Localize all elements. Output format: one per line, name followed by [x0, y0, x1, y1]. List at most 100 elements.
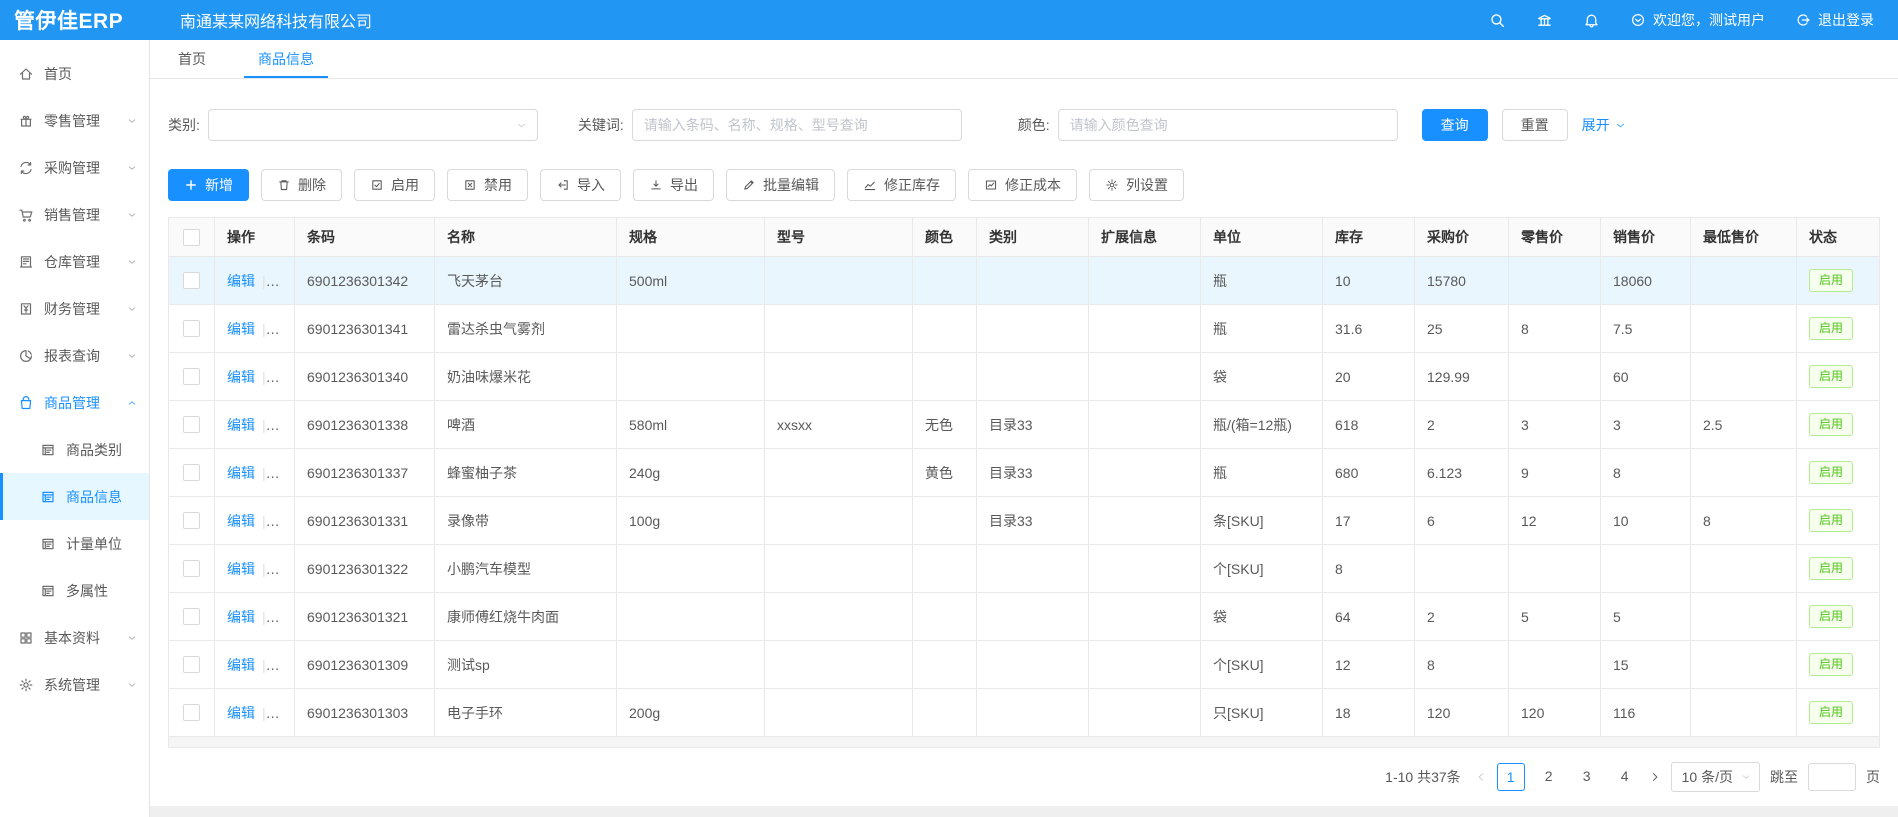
edit-link[interactable]: 编辑 — [227, 369, 255, 385]
edit-link[interactable]: 编辑 — [227, 705, 255, 721]
table-row: 编辑|删除6901236301337蜂蜜柚子茶240g黄色目录33瓶6806.1… — [169, 449, 1880, 497]
category-select[interactable] — [208, 109, 538, 141]
page-button-2[interactable]: 2 — [1535, 763, 1563, 791]
edit-link[interactable]: 编辑 — [227, 417, 255, 433]
add-button[interactable]: 新增 — [168, 169, 249, 201]
bank-icon[interactable] — [1536, 12, 1553, 29]
tab-home[interactable]: 首页 — [172, 40, 212, 78]
app-logo: 管伊佳ERP — [0, 5, 164, 35]
import-button[interactable]: 导入 — [540, 169, 621, 201]
expand-link[interactable]: 展开 — [1582, 115, 1626, 135]
edit-link[interactable]: 编辑 — [227, 465, 255, 481]
sidebar-item-unit[interactable]: 计量单位 — [0, 520, 149, 567]
sidebar-item-home[interactable]: 首页 — [0, 50, 149, 97]
table-horizontal-scrollbar[interactable] — [168, 737, 1880, 748]
cell-actions: 编辑|删除 — [215, 641, 295, 689]
fix-stock-button[interactable]: 修正库存 — [847, 169, 956, 201]
edit-link[interactable]: 编辑 — [227, 657, 255, 673]
col-header-min-price: 最低售价 — [1691, 218, 1797, 257]
page-button-3[interactable]: 3 — [1573, 763, 1601, 791]
fix-cost-button[interactable]: 修正成本 — [968, 169, 1077, 201]
sidebar-item-retail[interactable]: 零售管理 — [0, 97, 149, 144]
row-checkbox[interactable] — [183, 608, 200, 625]
cell-barcode: 6901236301342 — [295, 257, 435, 305]
disable-button[interactable]: 禁用 — [447, 169, 528, 201]
cell-actions: 编辑|删除 — [215, 545, 295, 593]
page-button-1[interactable]: 1 — [1497, 763, 1525, 791]
cell-checkbox — [169, 305, 215, 353]
row-checkbox[interactable] — [183, 368, 200, 385]
edit-link[interactable]: 编辑 — [227, 609, 255, 625]
enable-button[interactable]: 启用 — [354, 169, 435, 201]
row-checkbox[interactable] — [183, 416, 200, 433]
export-button[interactable]: 导出 — [633, 169, 714, 201]
cell-category: 目录33 — [977, 497, 1089, 545]
cell-unit: 瓶 — [1201, 449, 1323, 497]
sidebar-item-multi-attr[interactable]: 多属性 — [0, 567, 149, 614]
cell-min-price — [1691, 641, 1797, 689]
sidebar-item-product-info[interactable]: 商品信息 — [0, 473, 149, 520]
cell-purchase-price: 120 — [1415, 689, 1509, 737]
row-checkbox[interactable] — [183, 464, 200, 481]
cell-purchase-price: 8 — [1415, 641, 1509, 689]
row-checkbox[interactable] — [183, 704, 200, 721]
status-badge: 启用 — [1809, 509, 1853, 532]
chevron-down-icon — [1615, 120, 1626, 131]
keyword-label: 关键词: — [578, 115, 624, 135]
action-separator: | — [262, 609, 266, 625]
cell-status: 启用 — [1797, 641, 1880, 689]
edit-link[interactable]: 编辑 — [227, 321, 255, 337]
row-checkbox[interactable] — [183, 656, 200, 673]
sidebar-item-system[interactable]: 系统管理 — [0, 661, 149, 708]
cell-spec — [617, 353, 765, 401]
sidebar-item-product-category[interactable]: 商品类别 — [0, 426, 149, 473]
sidebar-item-product[interactable]: 商品管理 — [0, 379, 149, 426]
cell-checkbox — [169, 545, 215, 593]
table-row: 编辑|删除6901236301341雷达杀虫气雾剂瓶31.62587.5启用 — [169, 305, 1880, 353]
bell-icon[interactable] — [1583, 12, 1600, 29]
edit-link[interactable]: 编辑 — [227, 273, 255, 289]
select-all-checkbox[interactable] — [183, 229, 200, 246]
search-icon[interactable] — [1489, 12, 1506, 29]
logout-button[interactable]: 退出登录 — [1795, 10, 1874, 30]
row-checkbox[interactable] — [183, 272, 200, 289]
sidebar-item-warehouse[interactable]: 仓库管理 — [0, 238, 149, 285]
chevron-right-icon[interactable] — [1649, 771, 1661, 783]
sidebar-item-sales[interactable]: 销售管理 — [0, 191, 149, 238]
row-checkbox[interactable] — [183, 560, 200, 577]
sidebar-item-report[interactable]: 报表查询 — [0, 332, 149, 379]
page-size-select[interactable]: 10 条/页 — [1671, 762, 1760, 792]
tab-product-info[interactable]: 商品信息 — [252, 40, 320, 78]
edit-link[interactable]: 编辑 — [227, 561, 255, 577]
cell-retail-price: 9 — [1509, 449, 1601, 497]
sidebar-item-finance[interactable]: 财务管理 — [0, 285, 149, 332]
cell-name: 飞天茅台 — [435, 257, 617, 305]
page-button-4[interactable]: 4 — [1611, 763, 1639, 791]
reset-button[interactable]: 重置 — [1502, 109, 1568, 141]
action-separator: | — [262, 705, 266, 721]
sidebar-item-purchase[interactable]: 采购管理 — [0, 144, 149, 191]
chevron-down-icon — [1741, 772, 1751, 782]
cell-min-price — [1691, 545, 1797, 593]
chevron-left-icon[interactable] — [1475, 771, 1487, 783]
status-badge: 启用 — [1809, 317, 1853, 340]
col-header-barcode: 条码 — [295, 218, 435, 257]
edit-link[interactable]: 编辑 — [227, 513, 255, 529]
jump-page-input[interactable] — [1808, 763, 1856, 791]
welcome-user[interactable]: 欢迎您，测试用户 — [1630, 10, 1765, 30]
delete-button[interactable]: 删除 — [261, 169, 342, 201]
sidebar-item-basic-data[interactable]: 基本资料 — [0, 614, 149, 661]
search-button[interactable]: 查询 — [1422, 109, 1488, 141]
cell-category: 目录33 — [977, 401, 1089, 449]
cell-unit: 瓶/(箱=12瓶) — [1201, 401, 1323, 449]
cell-spec — [617, 305, 765, 353]
cell-status: 启用 — [1797, 545, 1880, 593]
column-settings-button[interactable]: 列设置 — [1089, 169, 1184, 201]
row-checkbox[interactable] — [183, 320, 200, 337]
keyword-input[interactable] — [632, 109, 962, 141]
row-checkbox[interactable] — [183, 512, 200, 529]
batch-edit-button[interactable]: 批量编辑 — [726, 169, 835, 201]
cell-sale-price: 7.5 — [1601, 305, 1691, 353]
color-input[interactable] — [1058, 109, 1398, 141]
header-actions: 欢迎您，测试用户 退出登录 — [1489, 10, 1898, 30]
